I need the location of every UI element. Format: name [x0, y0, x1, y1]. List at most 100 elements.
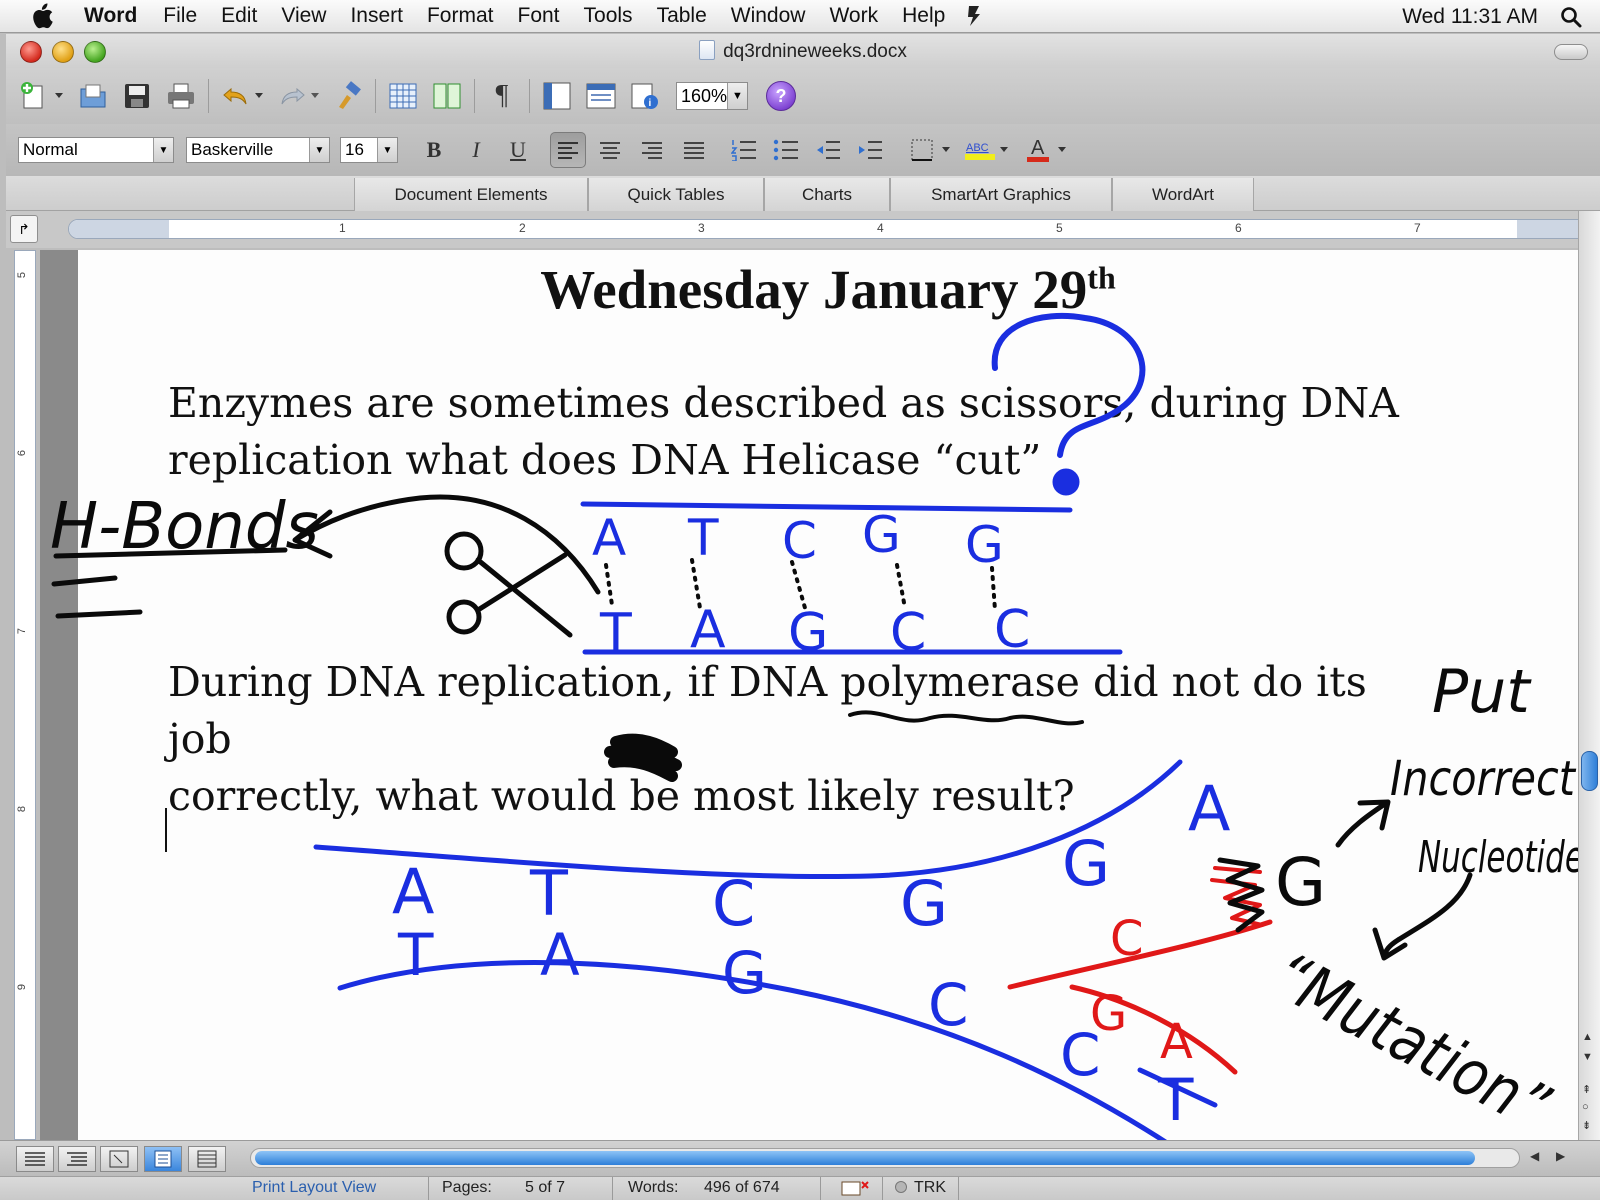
chevron-down-icon[interactable]: ▼: [309, 138, 329, 162]
columns-button[interactable]: [430, 79, 464, 113]
ruler-number: 5: [1056, 221, 1063, 235]
vertical-scrollbar[interactable]: ▲ ▼ ⇞ ○ ⇟: [1578, 211, 1600, 1140]
font-color-button[interactable]: A: [1020, 132, 1056, 168]
font-color-dropdown-icon[interactable]: [1056, 133, 1068, 167]
zoom-select[interactable]: 160% ▼: [676, 82, 748, 110]
track-changes-label[interactable]: TRK: [914, 1179, 946, 1197]
numbered-list-button[interactable]: [726, 132, 762, 168]
view-name-label[interactable]: Print Layout View: [252, 1179, 376, 1197]
horizontal-scroll-thumb[interactable]: [255, 1151, 1475, 1165]
window-title-bar[interactable]: dq3rdnineweeks.docx: [6, 34, 1600, 68]
chevron-down-icon[interactable]: ▼: [377, 138, 397, 162]
scroll-down-arrow-icon[interactable]: ▼: [1582, 1051, 1593, 1063]
chevron-down-icon[interactable]: ▼: [727, 83, 747, 109]
media-browser-icon[interactable]: i: [628, 79, 662, 113]
spotlight-search-icon[interactable]: [1560, 6, 1582, 28]
tab-smartart-graphics[interactable]: SmartArt Graphics: [890, 178, 1112, 211]
highlight-dropdown-icon[interactable]: [998, 133, 1010, 167]
ruler-number: 7: [1414, 221, 1421, 235]
borders-button[interactable]: [904, 132, 940, 168]
notebook-layout-view-button[interactable]: [188, 1146, 226, 1172]
publishing-layout-view-button[interactable]: [100, 1146, 138, 1172]
font-select[interactable]: Baskerville ▼: [186, 137, 330, 163]
tab-stop-selector[interactable]: ↱: [10, 215, 38, 243]
menu-table[interactable]: Table: [657, 4, 707, 28]
menu-tools[interactable]: Tools: [584, 4, 633, 28]
horizontal-ruler[interactable]: 1 2 3 4 5 6 7: [68, 219, 1588, 239]
spelling-status-icon[interactable]: [840, 1179, 870, 1200]
status-divider: [428, 1177, 429, 1200]
print-button[interactable]: [164, 79, 198, 113]
horizontal-scrollbar[interactable]: [250, 1148, 1520, 1168]
align-left-button[interactable]: [550, 132, 586, 168]
print-layout-view-button[interactable]: [144, 1146, 182, 1172]
words-value[interactable]: 496 of 674: [704, 1179, 780, 1197]
align-right-button[interactable]: [634, 132, 670, 168]
highlight-button[interactable]: ABC: [962, 132, 998, 168]
ruler-number: 9: [16, 983, 29, 991]
tab-wordart[interactable]: WordArt: [1112, 178, 1254, 211]
underline-button[interactable]: U: [500, 132, 536, 168]
sidebar-toggle-button[interactable]: [540, 79, 574, 113]
align-center-button[interactable]: [592, 132, 628, 168]
show-formatting-marks-button[interactable]: ¶: [485, 79, 519, 113]
previous-page-icon[interactable]: ⇞: [1582, 1083, 1591, 1096]
track-changes-icon[interactable]: [894, 1179, 908, 1197]
save-button[interactable]: [120, 79, 154, 113]
menu-app-word[interactable]: Word: [84, 4, 137, 28]
tab-charts[interactable]: Charts: [764, 178, 890, 211]
apple-menu-icon[interactable]: [30, 3, 60, 29]
toolbox-button[interactable]: [584, 79, 618, 113]
menu-insert[interactable]: Insert: [350, 4, 403, 28]
help-button[interactable]: ?: [766, 81, 796, 111]
insert-table-button[interactable]: [386, 79, 420, 113]
ruler-number: 8: [16, 805, 29, 813]
increase-indent-button[interactable]: [852, 132, 888, 168]
document-title-text: dq3rdnineweeks.docx: [723, 41, 907, 62]
open-button[interactable]: [76, 79, 110, 113]
outline-view-button[interactable]: [58, 1146, 96, 1172]
borders-dropdown-icon[interactable]: [940, 133, 952, 167]
toolbar-toggle-button[interactable]: [1554, 44, 1588, 60]
redo-button[interactable]: [275, 79, 309, 113]
new-document-dropdown-icon[interactable]: [52, 79, 66, 113]
draft-view-button[interactable]: [16, 1146, 54, 1172]
menu-file[interactable]: File: [163, 4, 197, 28]
menubar-clock[interactable]: Wed 11:31 AM: [1402, 5, 1538, 29]
scroll-left-arrow-icon[interactable]: ◀: [1530, 1149, 1539, 1163]
menu-help[interactable]: Help: [902, 4, 945, 28]
new-document-button[interactable]: [16, 79, 50, 113]
undo-dropdown-icon[interactable]: [253, 79, 265, 113]
scroll-up-arrow-icon[interactable]: ▲: [1582, 1031, 1593, 1043]
justify-button[interactable]: [676, 132, 712, 168]
menu-window[interactable]: Window: [731, 4, 806, 28]
browse-object-icon[interactable]: ○: [1582, 1101, 1589, 1113]
decrease-indent-button[interactable]: [810, 132, 846, 168]
style-select[interactable]: Normal ▼: [18, 137, 174, 163]
next-page-icon[interactable]: ⇟: [1582, 1119, 1591, 1132]
menu-edit[interactable]: Edit: [221, 4, 257, 28]
pages-value[interactable]: 5 of 7: [525, 1179, 565, 1197]
view-bar: ◀ ▶: [0, 1140, 1600, 1176]
undo-button[interactable]: [219, 79, 253, 113]
format-painter-icon[interactable]: [331, 79, 365, 113]
toolbar-separator: [208, 79, 209, 113]
bold-button[interactable]: B: [416, 132, 452, 168]
menu-view[interactable]: View: [281, 4, 326, 28]
bulleted-list-button[interactable]: [768, 132, 804, 168]
vertical-scroll-thumb[interactable]: [1581, 751, 1598, 791]
script-menu-icon[interactable]: [965, 4, 983, 28]
vertical-ruler[interactable]: 5 6 7 8 9: [14, 250, 36, 1140]
redo-dropdown-icon[interactable]: [309, 79, 321, 113]
italic-button[interactable]: I: [458, 132, 494, 168]
menu-work[interactable]: Work: [829, 4, 878, 28]
menu-font[interactable]: Font: [518, 4, 560, 28]
scroll-right-arrow-icon[interactable]: ▶: [1556, 1149, 1565, 1163]
tab-quick-tables[interactable]: Quick Tables: [588, 178, 764, 211]
ruler-number: 1: [339, 221, 346, 235]
font-size-select[interactable]: 16 ▼: [340, 137, 398, 163]
tab-document-elements[interactable]: Document Elements: [354, 178, 588, 211]
menu-format[interactable]: Format: [427, 4, 494, 28]
chevron-down-icon[interactable]: ▼: [153, 138, 173, 162]
document-page[interactable]: Wednesday January 29th Enzymes are somet…: [78, 250, 1578, 1140]
